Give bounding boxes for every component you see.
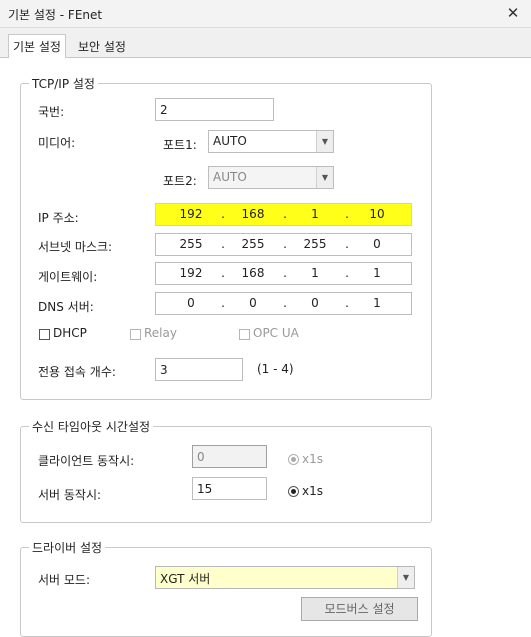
gateway-separator: . [345, 266, 349, 280]
server-mode-label: 서버 모드: [38, 573, 91, 587]
port2-select[interactable]: AUTO ▼ [208, 166, 334, 189]
subnet-octet-2: 255 [241, 237, 265, 251]
dns-server-field[interactable]: 0 . 0 . 0 . 1 [155, 292, 412, 315]
subnet-label: 서브넷 마스크: [38, 240, 113, 254]
station-label: 국번: [38, 105, 65, 119]
ip-separator: . [345, 207, 349, 221]
ip-address-field[interactable]: 192 . 168 . 1 . 10 [155, 203, 412, 226]
connection-count-label: 전용 접속 개수: [38, 365, 116, 379]
connection-count-input[interactable] [155, 358, 243, 381]
client-timeout-unit-label: x1s [302, 452, 323, 466]
chevron-down-icon[interactable]: ▼ [316, 131, 333, 152]
gateway-octet-2: 168 [241, 266, 265, 280]
chevron-down-icon[interactable]: ▼ [397, 567, 414, 588]
tab-security-settings[interactable]: 보안 설정 [74, 35, 130, 58]
dns-separator: . [221, 296, 225, 310]
client-timeout-input[interactable] [192, 445, 267, 468]
timeout-group-title: 수신 타임아웃 시간설정 [29, 418, 154, 435]
close-icon[interactable]: ✕ [502, 2, 524, 24]
server-mode-select[interactable]: XGT 서버 ▼ [155, 566, 415, 589]
dns-label: DNS 서버: [38, 300, 94, 314]
title-bar: 기본 설정 - FEnet ✕ [0, 0, 531, 28]
gateway-field[interactable]: 192 . 168 . 1 . 1 [155, 262, 412, 285]
timeout-group: 수신 타임아웃 시간설정 [20, 418, 432, 523]
modbus-settings-button[interactable]: 모드버스 설정 [301, 597, 418, 621]
gateway-octet-1: 192 [179, 266, 203, 280]
client-timeout-label: 클라이언트 동작시: [38, 454, 135, 468]
subnet-separator: . [345, 237, 349, 251]
ip-octet-1: 192 [179, 207, 203, 221]
relay-label: Relay [144, 326, 177, 340]
server-timeout-unit-label: x1s [302, 484, 323, 498]
port1-label: 포트1: [163, 138, 197, 152]
subnet-octet-3: 255 [303, 237, 327, 251]
driver-group-title: 드라이버 설정 [29, 539, 106, 556]
relay-checkbox[interactable] [130, 329, 141, 340]
window-title: 기본 설정 - FEnet [8, 8, 103, 22]
port2-value: AUTO [213, 170, 247, 184]
tab-label: 기본 설정 [13, 40, 61, 54]
tab-content: TCP/IP 설정 국번: 미디어: 포트1: AUTO ▼ 포트2: AUTO… [0, 58, 531, 637]
server-timeout-label: 서버 동작시: [38, 488, 102, 502]
subnet-octet-4: 0 [373, 237, 381, 251]
opcua-checkbox[interactable] [239, 329, 250, 340]
subnet-separator: . [221, 237, 225, 251]
server-timeout-unit-radio[interactable] [288, 486, 299, 497]
tab-strip: 기본 설정 보안 설정 [0, 28, 531, 59]
opcua-label: OPC UA [253, 326, 299, 340]
ip-separator: . [283, 207, 287, 221]
server-mode-value: XGT 서버 [160, 572, 211, 586]
dhcp-label: DHCP [53, 326, 87, 340]
media-label: 미디어: [38, 136, 76, 150]
server-timeout-input[interactable] [192, 477, 267, 500]
dns-octet-2: 0 [249, 296, 257, 310]
gateway-octet-3: 1 [311, 266, 319, 280]
tab-basic-settings[interactable]: 기본 설정 [8, 34, 66, 59]
dns-separator: . [283, 296, 287, 310]
dns-separator: . [345, 296, 349, 310]
ip-octet-4: 10 [369, 207, 385, 221]
ip-octet-3: 1 [311, 207, 319, 221]
port1-value: AUTO [213, 134, 247, 148]
connection-count-range: (1 - 4) [257, 362, 294, 376]
tcpip-group-title: TCP/IP 설정 [29, 75, 98, 92]
dns-octet-4: 1 [373, 296, 381, 310]
gateway-label: 게이트웨이: [38, 270, 98, 284]
dns-octet-3: 0 [311, 296, 319, 310]
gateway-separator: . [283, 266, 287, 280]
gateway-octet-4: 1 [373, 266, 381, 280]
chevron-down-icon[interactable]: ▼ [316, 167, 333, 188]
port1-select[interactable]: AUTO ▼ [208, 130, 334, 153]
client-timeout-unit-radio[interactable] [288, 454, 299, 465]
ip-separator: . [221, 207, 225, 221]
gateway-separator: . [221, 266, 225, 280]
tab-label: 보안 설정 [78, 40, 126, 54]
subnet-mask-field[interactable]: 255 . 255 . 255 . 0 [155, 233, 412, 256]
dhcp-checkbox[interactable] [39, 329, 50, 340]
subnet-octet-1: 255 [179, 237, 203, 251]
dns-octet-1: 0 [187, 296, 195, 310]
ip-octet-2: 168 [241, 207, 265, 221]
ip-label: IP 주소: [38, 211, 79, 225]
subnet-separator: . [283, 237, 287, 251]
station-input[interactable] [155, 98, 274, 121]
port2-label: 포트2: [163, 174, 197, 188]
